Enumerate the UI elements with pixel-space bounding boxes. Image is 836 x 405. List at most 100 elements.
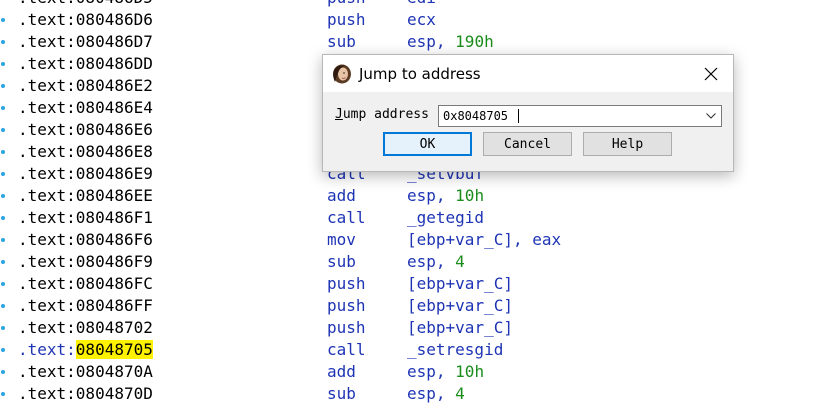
operand-reg: [ebp+ — [407, 230, 456, 249]
instruction-operands[interactable]: esp, 4 — [407, 383, 465, 405]
address-offset: 080486EE — [75, 186, 153, 205]
listing-row[interactable]: .text:080486EE add esp, 10h — [0, 185, 836, 207]
instruction-mnemonic[interactable]: push — [327, 9, 366, 31]
dialog-title-bar[interactable]: Jump to address — [323, 55, 733, 92]
address-segment: .text: — [18, 208, 76, 227]
address-segment: .text: — [18, 274, 76, 293]
operand-num: 10h — [455, 362, 485, 381]
row-address[interactable]: .text:080486E2 — [18, 75, 153, 97]
help-button[interactable]: Help — [583, 132, 672, 156]
row-address[interactable]: .text:080486F9 — [18, 251, 153, 273]
listing-row[interactable]: .text:0804870D sub esp, 4 — [0, 383, 836, 405]
instruction-operands[interactable]: _getegid — [407, 207, 484, 229]
row-address[interactable]: .text:080486F6 — [18, 229, 153, 251]
jump-address-input[interactable] — [439, 106, 701, 126]
instruction-operands[interactable]: [ebp+var_C], eax — [407, 229, 561, 251]
line-marker-dot — [1, 106, 5, 110]
instruction-mnemonic[interactable]: add — [327, 185, 356, 207]
cancel-button[interactable]: Cancel — [483, 132, 572, 156]
ok-button[interactable]: OK — [383, 132, 472, 156]
instruction-mnemonic[interactable]: push — [327, 273, 366, 295]
line-marker-dot — [1, 282, 5, 286]
operand-sym: var_C — [455, 318, 504, 337]
address-segment: .text: — [18, 120, 76, 139]
instruction-mnemonic[interactable]: sub — [327, 383, 356, 405]
listing-row[interactable]: .text:080486F9 sub esp, 4 — [0, 251, 836, 273]
row-address[interactable]: .text:080486D7 — [18, 31, 153, 53]
address-offset: 080486F9 — [75, 252, 153, 271]
address-segment: .text: — [18, 186, 76, 205]
jump-address-label-accel: J — [335, 107, 343, 122]
instruction-operands[interactable]: ecx — [407, 9, 436, 31]
instruction-operands[interactable]: _setresgid — [407, 339, 503, 361]
listing-row[interactable]: .text:080486F1 call _getegid — [0, 207, 836, 229]
line-marker-dot — [1, 18, 5, 22]
instruction-operands[interactable]: esp, 4 — [407, 251, 465, 273]
line-marker-dot — [1, 172, 5, 176]
operand-sym: _getegid — [407, 208, 485, 227]
row-address[interactable]: .text:080486E6 — [18, 119, 153, 141]
row-address[interactable]: .text:080486DD — [18, 53, 153, 75]
address-offset: 080486D6 — [75, 10, 153, 29]
row-address[interactable]: .text:08048702 — [18, 317, 153, 339]
instruction-mnemonic[interactable]: push — [327, 0, 366, 9]
row-address[interactable]: .text:080486E4 — [18, 97, 153, 119]
listing-row[interactable]: .text:080486F6 mov [ebp+var_C], eax — [0, 229, 836, 251]
address-offset: 080486F1 — [75, 208, 153, 227]
instruction-mnemonic[interactable]: mov — [327, 229, 356, 251]
instruction-mnemonic[interactable]: push — [327, 317, 366, 339]
instruction-operands[interactable]: esp, 10h — [407, 185, 484, 207]
dropdown-button[interactable] — [701, 106, 721, 126]
listing-row[interactable]: .text:0804870A add esp, 10h — [0, 361, 836, 383]
instruction-operands[interactable]: esp, 190h — [407, 31, 494, 53]
row-address[interactable]: .text:080486D6 — [18, 9, 153, 31]
instruction-mnemonic[interactable]: call — [327, 207, 366, 229]
address-offset: 0804870D — [75, 384, 153, 403]
listing-row[interactable]: .text:08048702 push [ebp+var_C] — [0, 317, 836, 339]
row-address[interactable]: .text:080486E9 — [18, 163, 153, 185]
operand-sym: var_C — [455, 230, 504, 249]
instruction-mnemonic[interactable]: sub — [327, 251, 356, 273]
instruction-mnemonic[interactable]: sub — [327, 31, 356, 53]
instruction-operands[interactable]: [ebp+var_C] — [407, 273, 513, 295]
row-address[interactable]: .text:08048705 — [18, 339, 153, 361]
listing-row[interactable]: .text:080486FC push [ebp+var_C] — [0, 273, 836, 295]
row-address[interactable]: .text:080486FC — [18, 273, 153, 295]
instruction-mnemonic[interactable]: add — [327, 361, 356, 383]
operand-reg: [ebp+ — [407, 318, 456, 337]
row-address[interactable]: .text:080486F1 — [18, 207, 153, 229]
instruction-operands[interactable]: esp, 10h — [407, 361, 484, 383]
address-segment: .text: — [18, 32, 76, 51]
line-marker-dot — [1, 150, 5, 154]
listing-row[interactable]: .text:080486D7 sub esp, 190h — [0, 31, 836, 53]
row-address[interactable]: .text:0804870A — [18, 361, 153, 383]
instruction-operands[interactable]: [ebp+var_C] — [407, 295, 513, 317]
row-address[interactable]: .text:080486E8 — [18, 141, 153, 163]
operand-reg: ] — [503, 318, 513, 337]
instruction-operands[interactable]: edi — [407, 0, 436, 9]
close-button[interactable] — [689, 55, 733, 92]
instruction-mnemonic[interactable]: call — [327, 339, 366, 361]
address-segment: .text: — [18, 230, 76, 249]
listing-row[interactable]: .text:080486FF push [ebp+var_C] — [0, 295, 836, 317]
operand-reg: ] — [503, 296, 513, 315]
jump-address-combobox[interactable] — [438, 105, 722, 127]
row-address[interactable]: .text:080486FF — [18, 295, 153, 317]
close-icon — [704, 67, 718, 80]
listing-row[interactable]: .text:080486D6 push ecx — [0, 9, 836, 31]
row-address[interactable]: .text:080486EE — [18, 185, 153, 207]
listing-row[interactable]: .text:08048705 call _setresgid — [0, 339, 836, 361]
dialog-title: Jump to address — [359, 65, 481, 83]
line-marker-dot — [1, 40, 5, 44]
operand-reg: [ebp+ — [407, 274, 456, 293]
line-marker-dot — [1, 194, 5, 198]
address-offset: 080486FF — [75, 296, 153, 315]
row-address[interactable]: .text:080486D5 — [18, 0, 153, 9]
listing-row[interactable]: .text:080486D5 push edi — [0, 0, 836, 9]
address-offset: 080486F6 — [75, 230, 153, 249]
instruction-mnemonic[interactable]: push — [327, 295, 366, 317]
operand-reg: esp, — [407, 384, 456, 403]
row-address[interactable]: .text:0804870D — [18, 383, 153, 405]
instruction-operands[interactable]: [ebp+var_C] — [407, 317, 513, 339]
line-marker-dot — [1, 128, 5, 132]
